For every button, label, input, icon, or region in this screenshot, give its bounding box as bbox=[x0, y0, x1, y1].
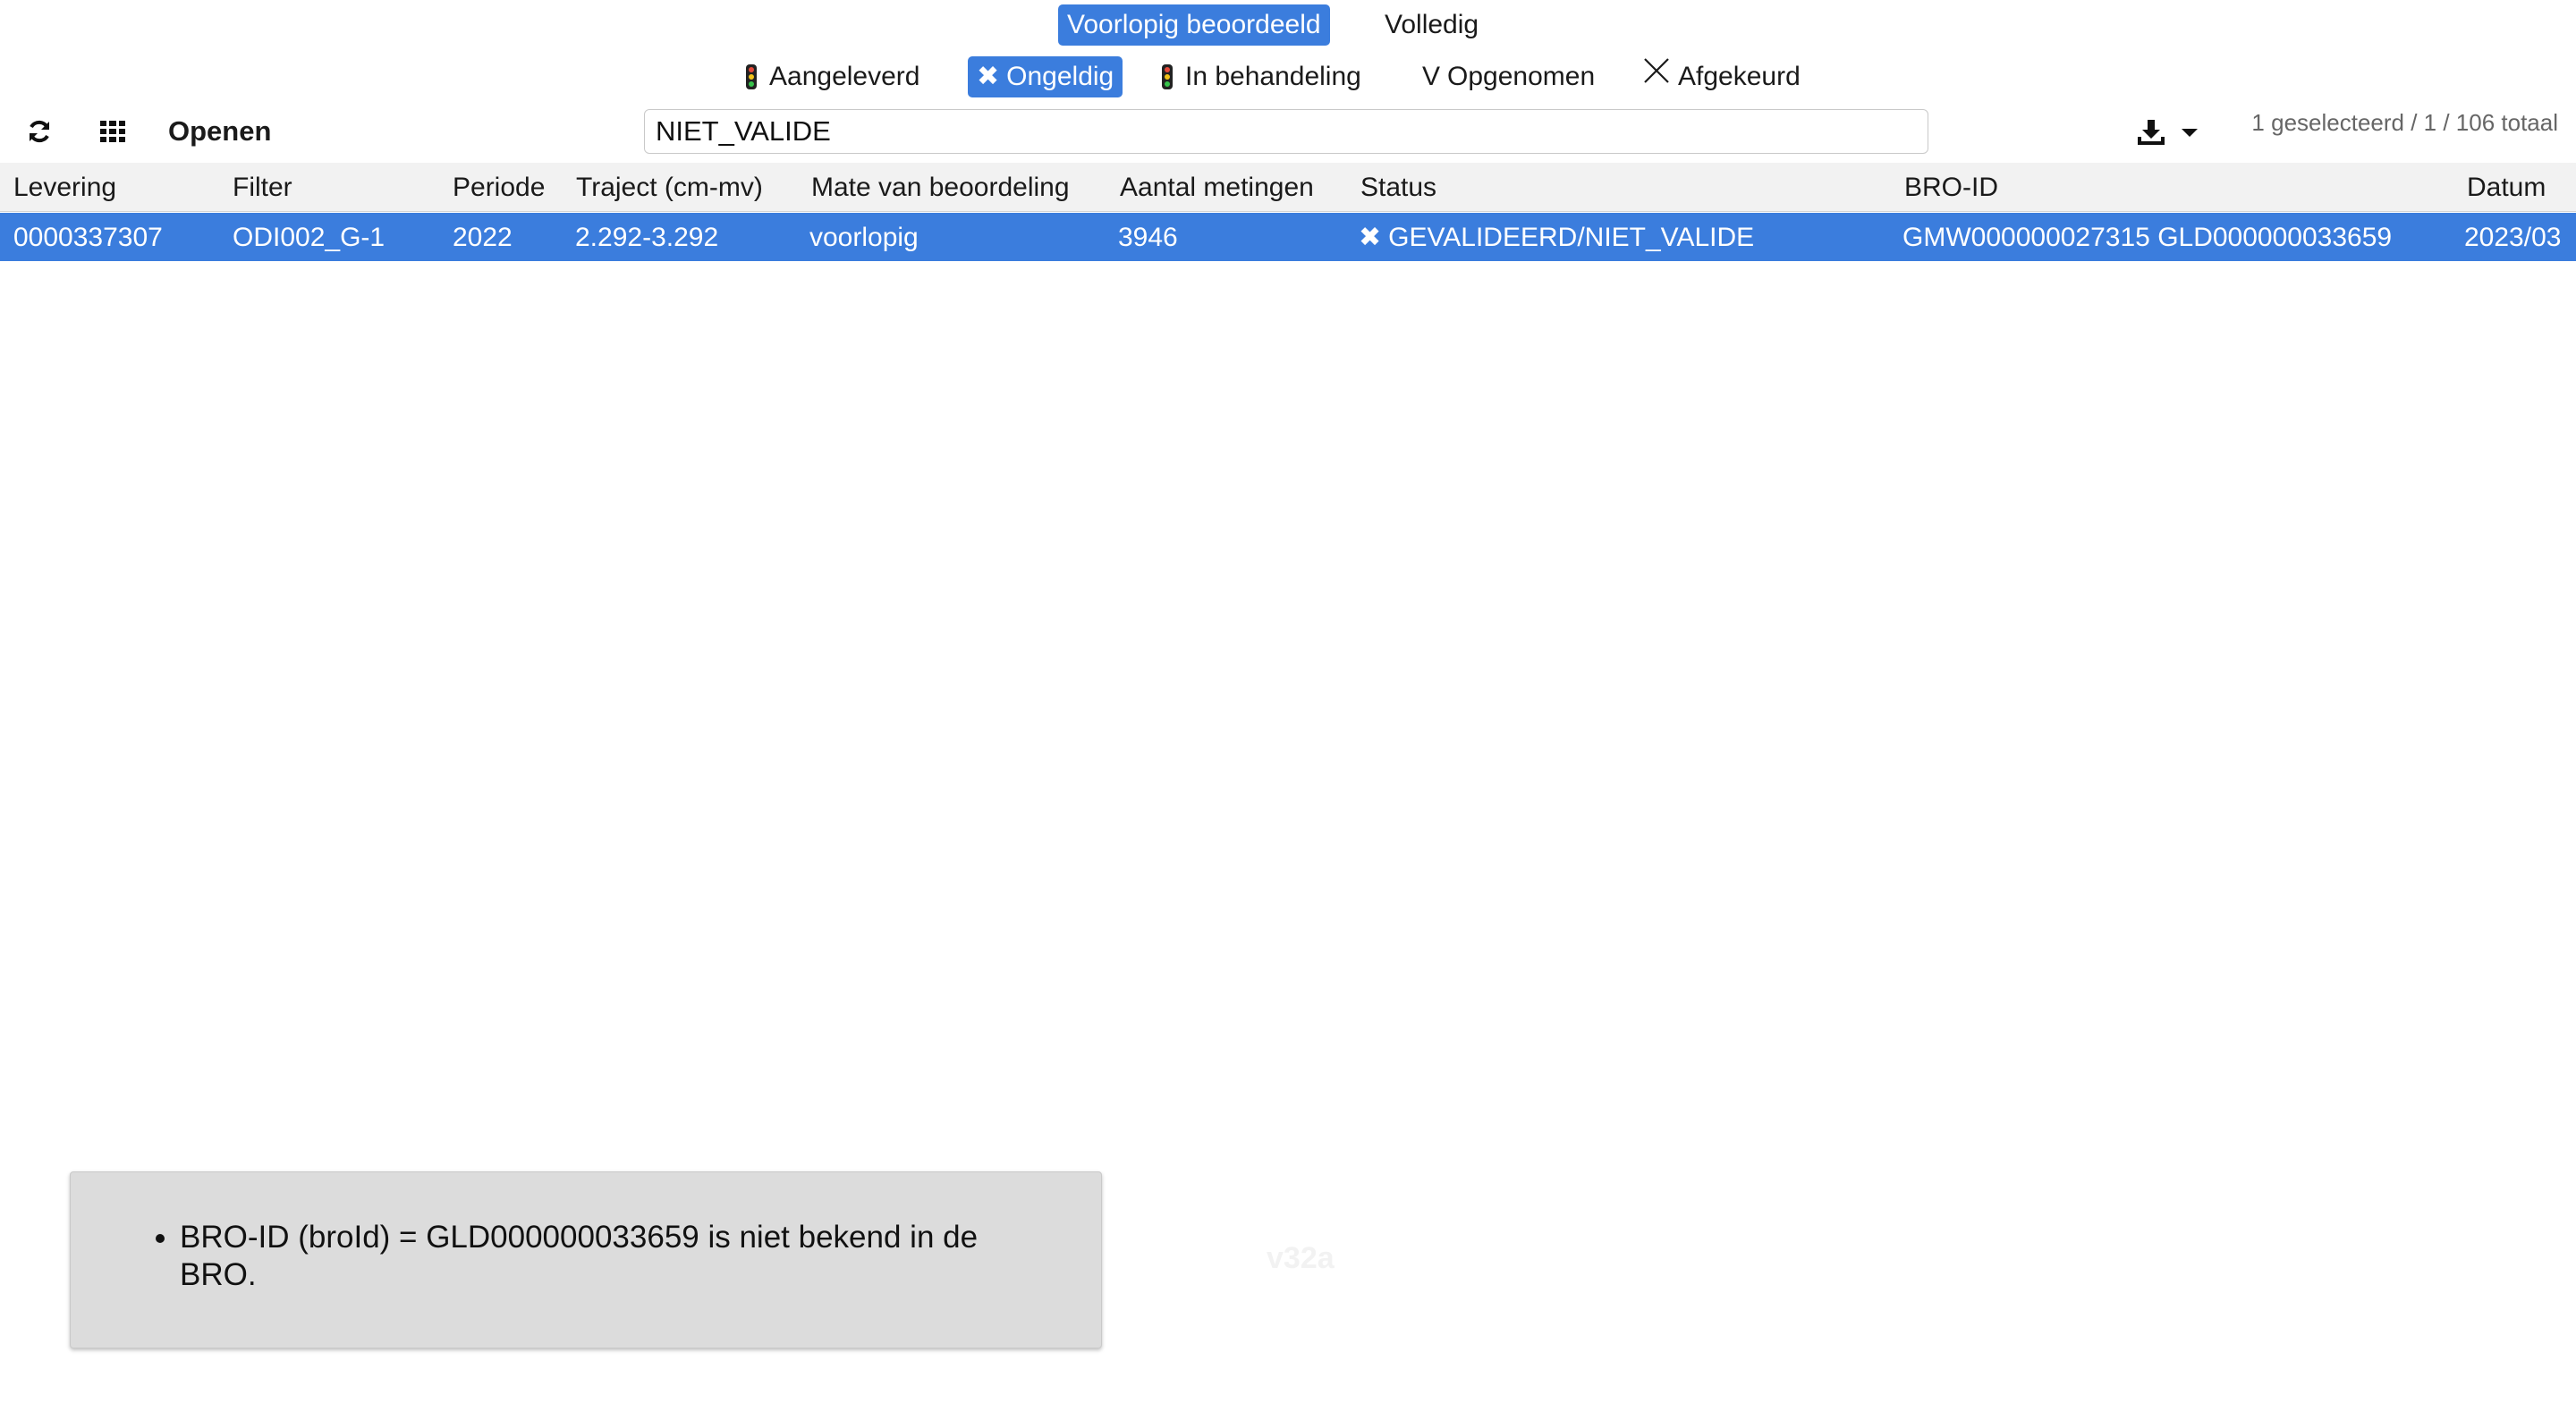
x-mark-icon: ✖ bbox=[977, 62, 1000, 91]
cell-filter: ODI002_G-1 bbox=[233, 223, 386, 252]
filter-afgekeurd-label: Afgekeurd bbox=[1678, 62, 1801, 91]
toolbar: Openen 1 geselecteerd / 1 / 106 totaal bbox=[0, 106, 2576, 157]
filter-in-behandeling[interactable]: In behandeling bbox=[1153, 56, 1370, 97]
column-header-levering[interactable]: Levering bbox=[13, 163, 116, 211]
chevron-down-icon bbox=[2182, 129, 2198, 137]
table-row[interactable]: 0000337307 ODI002_G-1 2022 2.292-3.292 v… bbox=[0, 213, 2576, 261]
version-label: v32a bbox=[1267, 1241, 1335, 1275]
toggle-volledig[interactable]: Volledig bbox=[1376, 4, 1487, 46]
cell-bro-id: GMW000000027315 GLD000000033659 bbox=[1902, 223, 2393, 252]
validation-message-list: BRO-ID (broId) = GLD000000033659 is niet… bbox=[71, 1219, 1047, 1294]
column-header-mate[interactable]: Mate van beoordeling bbox=[811, 163, 1070, 211]
grid-icon bbox=[100, 121, 125, 142]
filter-opgenomen-label: Opgenomen bbox=[1447, 62, 1596, 91]
search-input[interactable] bbox=[644, 109, 1928, 154]
traffic-light-icon bbox=[746, 64, 757, 89]
column-header-datum[interactable]: Datum bbox=[2467, 163, 2546, 211]
cell-levering: 0000337307 bbox=[13, 223, 163, 252]
validation-message-item: BRO-ID (broId) = GLD000000033659 is niet… bbox=[180, 1219, 1047, 1294]
column-header-bro-id[interactable]: BRO-ID bbox=[1904, 163, 1998, 211]
column-header-traject[interactable]: Traject (cm-mv) bbox=[576, 163, 763, 211]
toggle-voorlopig-beoordeeld[interactable]: Voorlopig beoordeeld bbox=[1058, 4, 1330, 46]
cell-mate: voorlopig bbox=[809, 223, 919, 252]
cell-traject: 2.292-3.292 bbox=[575, 223, 719, 252]
validation-message-panel: BRO-ID (broId) = GLD000000033659 is niet… bbox=[70, 1171, 1102, 1348]
cell-status-text: GEVALIDEERD/NIET_VALIDE bbox=[1388, 223, 1755, 252]
filter-ongeldig-label: Ongeldig bbox=[1006, 62, 1114, 91]
cell-status: ✖ GEVALIDEERD/NIET_VALIDE bbox=[1359, 213, 1754, 261]
table-header: Levering Filter Periode Traject (cm-mv) … bbox=[0, 163, 2576, 212]
filter-in-behandeling-label: In behandeling bbox=[1185, 62, 1361, 91]
column-header-periode[interactable]: Periode bbox=[453, 163, 545, 211]
status-filter-group: Aangeleverd ✖ Ongeldig In behandeling V … bbox=[0, 52, 2576, 102]
filter-aangeleverd-label: Aangeleverd bbox=[769, 62, 920, 91]
column-header-filter[interactable]: Filter bbox=[233, 163, 292, 211]
refresh-icon bbox=[30, 120, 49, 143]
column-header-aantal[interactable]: Aantal metingen bbox=[1120, 163, 1314, 211]
cell-aantal: 3946 bbox=[1118, 223, 1178, 252]
open-button[interactable]: Openen bbox=[168, 111, 271, 152]
cell-periode: 2022 bbox=[453, 223, 513, 252]
filter-aangeleverd[interactable]: Aangeleverd bbox=[737, 56, 928, 97]
columns-grid-button[interactable] bbox=[93, 111, 132, 152]
cell-datum: 2023/03 bbox=[2464, 223, 2562, 252]
check-v-icon: V bbox=[1422, 62, 1441, 91]
refresh-button[interactable] bbox=[20, 111, 59, 152]
download-button[interactable] bbox=[2136, 113, 2207, 152]
filter-ongeldig[interactable]: ✖ Ongeldig bbox=[968, 56, 1123, 97]
download-icon bbox=[2138, 120, 2165, 145]
cross-icon bbox=[1642, 56, 1671, 97]
x-mark-icon: ✖ bbox=[1359, 223, 1382, 252]
filter-opgenomen[interactable]: V Opgenomen bbox=[1413, 56, 1604, 97]
traffic-light-icon bbox=[1162, 64, 1173, 89]
column-header-status[interactable]: Status bbox=[1360, 163, 1436, 211]
mate-toggle-group: Voorlopig beoordeeld Volledig bbox=[0, 0, 2576, 50]
filter-afgekeurd[interactable]: Afgekeurd bbox=[1633, 56, 1809, 97]
selection-count: 1 geselecteerd / 1 / 106 totaal bbox=[2251, 109, 2558, 136]
